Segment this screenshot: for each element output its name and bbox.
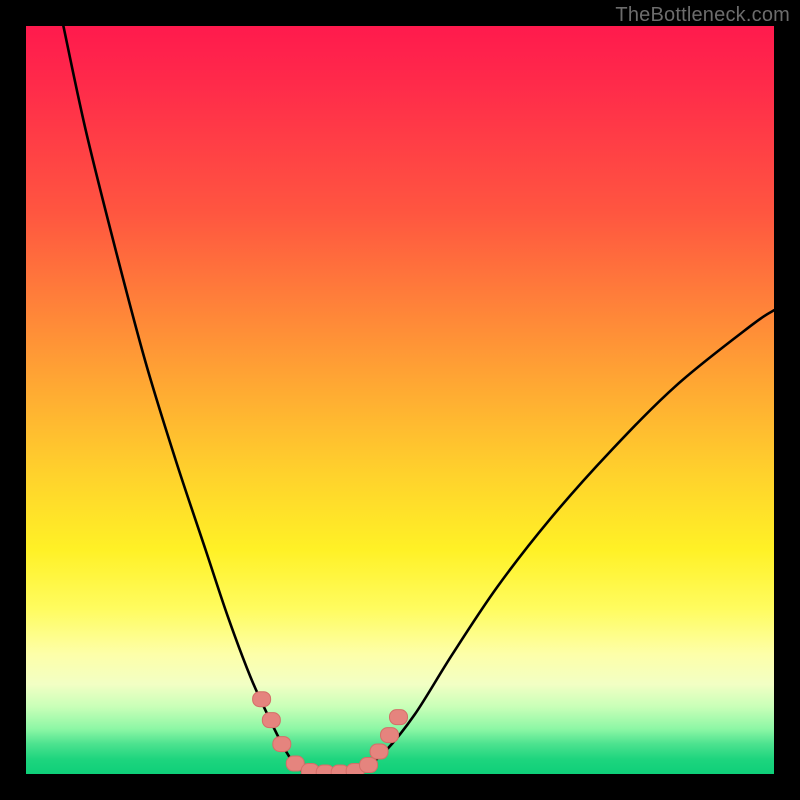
curve-marker bbox=[360, 758, 378, 773]
curve-marker bbox=[390, 710, 408, 725]
curve-marker bbox=[381, 728, 399, 743]
curve-marker bbox=[273, 737, 291, 752]
bottleneck-curve bbox=[63, 26, 774, 773]
curve-marker bbox=[253, 692, 271, 707]
curve-marker bbox=[370, 744, 388, 759]
chart-svg-layer bbox=[26, 26, 774, 774]
watermark-text: TheBottleneck.com bbox=[615, 4, 790, 27]
curve-marker bbox=[262, 713, 280, 728]
